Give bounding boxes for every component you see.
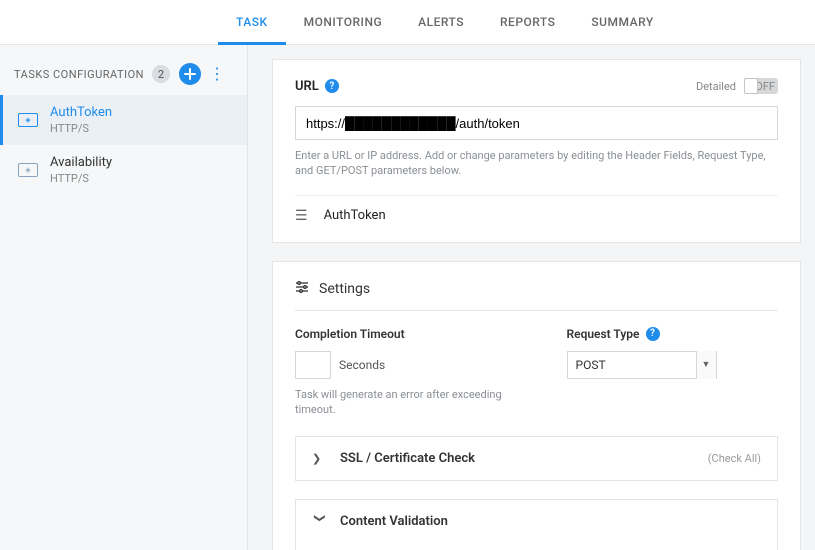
settings-title: Settings <box>319 281 370 297</box>
settings-icon <box>295 280 309 298</box>
ssl-accordion: ❯ SSL / Certificate Check (Check All) <box>295 436 778 481</box>
content-validation-header[interactable]: ❯ Content Validation <box>296 500 777 543</box>
content-validation-title: Content Validation <box>340 514 761 529</box>
timeout-hint: Task will generate an error after exceed… <box>295 387 507 418</box>
detailed-label: Detailed <box>696 80 736 93</box>
tab-monitoring[interactable]: MONITORING <box>286 0 401 45</box>
request-type-value: POST <box>568 358 696 372</box>
description-icon: ☰ <box>295 208 308 224</box>
url-hint: Enter a URL or IP address. Add or change… <box>295 148 778 179</box>
plus-icon <box>184 68 196 80</box>
toggle-knob <box>744 78 758 94</box>
task-icon: ◈ <box>18 113 38 127</box>
top-tabs: TASK MONITORING ALERTS REPORTS SUMMARY <box>0 0 815 45</box>
task-count-badge: 2 <box>152 65 170 83</box>
completion-timeout-label: Completion Timeout <box>295 327 507 341</box>
add-task-button[interactable] <box>179 63 201 85</box>
url-card: URL ? Detailed OFF Enter a URL or IP add… <box>272 59 801 243</box>
sidebar-header: TASKS CONFIGURATION 2 ⋮ <box>0 57 247 95</box>
completion-timeout-input[interactable] <box>295 351 331 379</box>
request-type-select[interactable]: POST ▼ <box>567 351 717 379</box>
tab-alerts[interactable]: ALERTS <box>400 0 482 45</box>
sidebar-item-label: AuthToken <box>50 105 112 120</box>
task-icon: ◈ <box>18 163 38 177</box>
task-name: AuthToken <box>324 208 386 223</box>
help-icon[interactable]: ? <box>646 327 660 341</box>
sidebar-title: TASKS CONFIGURATION <box>14 68 144 81</box>
tab-task[interactable]: TASK <box>218 0 286 45</box>
sidebar-item-authtoken[interactable]: ◈ AuthToken HTTP/S <box>0 95 247 145</box>
request-type-label: Request Type ? <box>567 327 779 341</box>
main-content: URL ? Detailed OFF Enter a URL or IP add… <box>248 45 815 550</box>
ssl-check-all[interactable]: (Check All) <box>708 452 761 465</box>
help-icon[interactable]: ? <box>325 79 339 93</box>
ssl-header[interactable]: ❯ SSL / Certificate Check (Check All) <box>296 437 777 480</box>
settings-card: Settings Completion Timeout Seconds Task… <box>272 261 801 550</box>
url-input[interactable] <box>295 106 778 140</box>
sidebar-item-availability[interactable]: ◈ Availability HTTP/S <box>0 145 247 195</box>
ssl-title: SSL / Certificate Check <box>340 451 708 466</box>
sidebar-item-protocol: HTTP/S <box>50 172 112 185</box>
sidebar-more-button[interactable]: ⋮ <box>201 66 233 82</box>
sidebar-item-label: Availability <box>50 155 112 170</box>
detailed-toggle[interactable]: OFF <box>744 78 778 94</box>
chevron-down-icon: ❯ <box>314 513 327 529</box>
sidebar: TASKS CONFIGURATION 2 ⋮ ◈ AuthToken HTTP… <box>0 45 248 550</box>
chevron-right-icon: ❯ <box>312 452 328 465</box>
sidebar-item-protocol: HTTP/S <box>50 122 112 135</box>
timeout-unit: Seconds <box>339 358 385 372</box>
tab-reports[interactable]: REPORTS <box>482 0 573 45</box>
chevron-down-icon: ▼ <box>696 351 716 379</box>
tab-summary[interactable]: SUMMARY <box>573 0 671 45</box>
url-label: URL ? <box>295 79 339 94</box>
more-vertical-icon: ⋮ <box>209 64 225 83</box>
content-validation-accordion: ❯ Content Validation Keyword 1 <box>295 499 778 550</box>
